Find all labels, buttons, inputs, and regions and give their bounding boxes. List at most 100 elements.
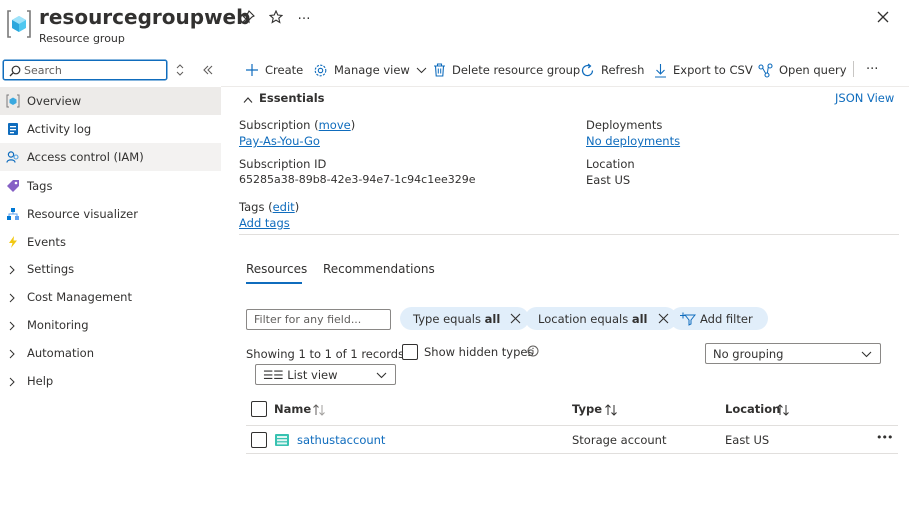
gear-icon xyxy=(314,64,327,76)
row-more-button[interactable]: ••• xyxy=(876,431,893,444)
grouping-dropdown[interactable]: No grouping xyxy=(705,343,881,364)
location-value: East US xyxy=(586,173,631,187)
essentials-divider xyxy=(239,234,899,235)
chevron-right-icon xyxy=(8,320,16,331)
subscription-move-link[interactable]: move xyxy=(319,118,351,132)
column-header-type[interactable]: Type xyxy=(572,402,602,416)
create-button[interactable]: Create xyxy=(245,60,303,80)
sidebar-item-settings[interactable]: Settings xyxy=(0,255,221,283)
people-icon xyxy=(6,150,20,164)
sidebar-item-label: Automation xyxy=(27,346,94,360)
column-header-name[interactable]: Name xyxy=(274,402,311,416)
chevron-down-icon xyxy=(861,351,872,358)
resource-group-icon xyxy=(6,8,32,40)
sidebar-item-label: Events xyxy=(27,235,66,249)
location-label: Location xyxy=(586,157,635,171)
column-header-location[interactable]: Location xyxy=(725,402,780,416)
resource-name-link[interactable]: sathustaccount xyxy=(297,433,385,447)
search-input[interactable] xyxy=(24,61,154,79)
activity-log-icon xyxy=(6,122,20,136)
subscription-value-link[interactable]: Pay-As-You-Go xyxy=(239,134,320,148)
sidebar-item-help[interactable]: Help xyxy=(0,367,221,395)
type-filter-label: Type equals all xyxy=(413,311,501,326)
location-filter-pill[interactable]: Location equals all xyxy=(525,307,677,330)
close-icon[interactable] xyxy=(510,313,521,324)
storage-account-icon xyxy=(274,433,290,447)
sort-icon[interactable] xyxy=(604,404,618,416)
refresh-button[interactable]: Refresh xyxy=(580,60,644,80)
sidebar-item-label: Overview xyxy=(27,94,82,108)
close-icon[interactable] xyxy=(875,9,893,27)
resource-group-icon xyxy=(6,94,20,108)
star-icon[interactable] xyxy=(267,9,285,26)
tags-label: Tags (edit) xyxy=(239,200,300,214)
sidebar-item-label: Help xyxy=(27,374,54,388)
sort-updown-icon[interactable] xyxy=(175,63,185,77)
search-box[interactable] xyxy=(3,60,167,80)
resource-type: Storage account xyxy=(572,433,667,447)
add-tags-link[interactable]: Add tags xyxy=(239,216,290,230)
close-icon[interactable] xyxy=(658,313,669,324)
toolbar-divider-line xyxy=(221,86,909,87)
sidebar-item-label: Resource visualizer xyxy=(27,207,138,221)
sidebar-item-label: Access control (IAM) xyxy=(27,150,144,164)
sidebar-item-monitoring[interactable]: Monitoring xyxy=(0,311,221,339)
more-options-button[interactable]: … xyxy=(295,8,313,24)
tags-edit-link[interactable]: edit xyxy=(273,200,295,214)
sidebar-item-resource-visualizer[interactable]: Resource visualizer xyxy=(0,200,221,228)
info-icon[interactable] xyxy=(527,345,539,357)
open-query-button[interactable]: Open query xyxy=(758,60,847,80)
add-filter-button[interactable]: Add filter xyxy=(670,307,768,330)
filter-input[interactable] xyxy=(247,310,387,329)
tab-resources[interactable]: Resources xyxy=(246,262,307,276)
deployments-label: Deployments xyxy=(586,118,663,132)
filter-box[interactable] xyxy=(246,309,391,330)
manage-view-button[interactable]: Manage view xyxy=(313,60,427,80)
pin-icon[interactable] xyxy=(239,10,257,26)
delete-label: Delete resource group xyxy=(452,63,581,77)
chevron-down-icon xyxy=(416,67,427,73)
type-filter-pill[interactable]: Type equals all xyxy=(400,307,530,330)
sidebar-item-cost-management[interactable]: Cost Management xyxy=(0,283,221,311)
sidebar-item-tags[interactable]: Tags xyxy=(0,172,221,200)
open-query-label: Open query xyxy=(779,63,847,77)
create-label: Create xyxy=(265,63,304,77)
row-checkbox[interactable] xyxy=(251,432,267,448)
chevron-right-icon xyxy=(8,376,16,387)
subscription-id-value: 65285a38-89b8-42e3-94e7-1c94c1ee329e xyxy=(239,173,476,186)
download-icon xyxy=(655,63,666,78)
search-icon xyxy=(9,65,21,77)
sidebar-item-access-control[interactable]: Access control (IAM) xyxy=(0,143,221,171)
sidebar-item-activity-log[interactable]: Activity log xyxy=(0,115,221,143)
tab-selected-indicator xyxy=(246,282,302,284)
grouping-value: No grouping xyxy=(713,347,784,361)
json-view-link[interactable]: JSON View xyxy=(835,91,894,105)
sidebar-item-automation[interactable]: Automation xyxy=(0,339,221,367)
chevron-up-icon[interactable] xyxy=(243,93,253,103)
deployments-value-link[interactable]: No deployments xyxy=(586,134,680,148)
view-dropdown[interactable]: ☰☰ List view xyxy=(255,364,396,385)
delete-resource-group-button[interactable]: Delete resource group xyxy=(433,60,580,80)
sort-icon[interactable] xyxy=(312,404,326,416)
show-hidden-checkbox[interactable] xyxy=(402,344,418,360)
sidebar-item-label: Settings xyxy=(27,262,75,276)
sidebar-item-label: Tags xyxy=(27,179,53,193)
toolbar-more-button[interactable]: ··· xyxy=(866,62,878,77)
page-title: resourcegroupweb xyxy=(39,5,251,29)
tag-icon xyxy=(6,179,20,193)
tab-recommendations[interactable]: Recommendations xyxy=(323,262,435,276)
export-csv-button[interactable]: Export to CSV xyxy=(654,60,753,80)
query-icon xyxy=(758,62,773,78)
refresh-label: Refresh xyxy=(601,63,645,77)
essentials-title[interactable]: Essentials xyxy=(259,91,325,105)
sidebar-item-events[interactable]: Events xyxy=(0,228,221,256)
lightning-icon xyxy=(6,235,20,249)
sort-icon[interactable] xyxy=(776,404,790,416)
sidebar-item-label: Cost Management xyxy=(27,290,132,304)
plus-icon xyxy=(246,64,258,76)
refresh-icon xyxy=(581,63,594,76)
trash-icon xyxy=(434,63,445,77)
sidebar-item-overview[interactable]: Overview xyxy=(0,87,221,115)
collapse-sidebar-icon[interactable] xyxy=(201,63,215,77)
select-all-checkbox[interactable] xyxy=(251,401,267,417)
